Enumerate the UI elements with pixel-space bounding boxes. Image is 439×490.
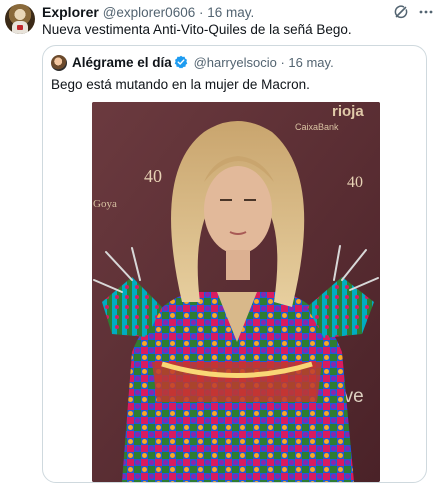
backdrop-text-3: Goya	[93, 198, 117, 210]
quoted-author-avatar[interactable]	[51, 55, 67, 71]
author-avatar[interactable]	[5, 4, 35, 34]
author-name[interactable]: Explorer	[42, 4, 99, 20]
grok-icon[interactable]	[393, 4, 409, 20]
quoted-tweet-header: Alégrame el día @harryelsocio · 16 may.	[72, 54, 334, 71]
tweet-photo[interactable]: 40 40 Goya CaixaBank rioja rtve	[92, 102, 380, 482]
backdrop-text-2: 40	[347, 174, 363, 191]
backdrop-text-4: CaixaBank	[295, 122, 339, 132]
backdrop-text-5: rioja	[332, 103, 364, 120]
more-icon[interactable]	[418, 4, 434, 20]
header-separator: ·	[195, 5, 208, 20]
verified-icon	[174, 55, 188, 69]
tweet[interactable]: Explorer @explorer0606 · 16 may. Nueva v…	[0, 0, 439, 490]
quoted-tweet-date[interactable]: 16 may.	[288, 55, 333, 70]
tweet-header: Explorer @explorer0606 · 16 may.	[42, 4, 254, 21]
photo-illustration: 40 40 Goya CaixaBank rioja rtve	[92, 102, 380, 482]
backdrop-text-1: 40	[144, 166, 162, 186]
tweet-date[interactable]: 16 may.	[207, 5, 254, 20]
author-handle[interactable]: @explorer0606	[103, 5, 196, 20]
tweet-text: Nueva vestimenta Anti-Vito-Quiles de la …	[42, 22, 352, 37]
quoted-author-handle[interactable]: @harryelsocio	[194, 55, 277, 70]
quoted-tweet[interactable]: Alégrame el día @harryelsocio · 16 may. …	[42, 45, 427, 483]
quoted-tweet-text: Bego está mutando en la mujer de Macron.	[51, 77, 310, 92]
quoted-header-separator: ·	[276, 55, 289, 70]
avatar-crest	[17, 25, 23, 30]
quoted-author-name[interactable]: Alégrame el día	[72, 55, 172, 70]
